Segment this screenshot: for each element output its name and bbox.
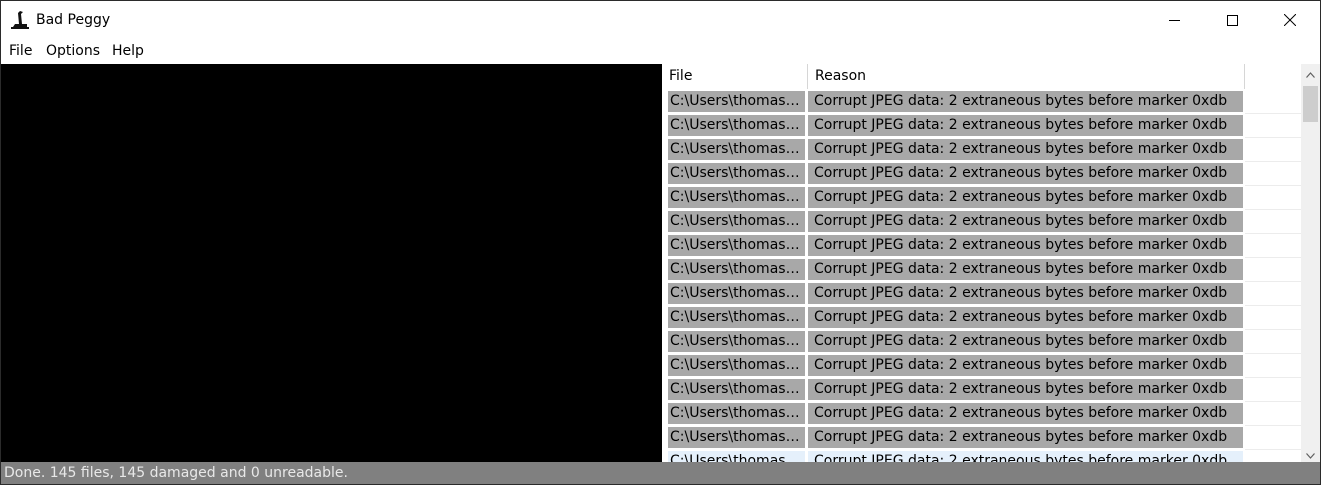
cell-file: C:\Users\thomasbr... (668, 427, 805, 448)
vertical-scrollbar[interactable] (1301, 64, 1320, 462)
cell-reason: Corrupt JPEG data: 2 extraneous bytes be… (808, 451, 1243, 462)
cell-reason: Corrupt JPEG data: 2 extraneous bytes be… (808, 307, 1243, 328)
cell-file: C:\Users\thomasbr... (668, 403, 805, 424)
cell-reason: Corrupt JPEG data: 2 extraneous bytes be… (808, 91, 1243, 112)
table-row[interactable]: C:\Users\thomasbr... Corrupt JPEG data: 2… (662, 186, 1301, 210)
minimize-icon (1168, 15, 1180, 26)
cell-file: C:\Users\thomasbr... (668, 379, 805, 400)
scroll-up-button[interactable] (1301, 64, 1320, 81)
table-header: File Reason (662, 64, 1301, 89)
table-row[interactable]: C:\Users\thomasbr... Corrupt JPEG data: 2… (662, 210, 1301, 234)
cell-file: C:\Users\thomasbr... (668, 91, 805, 112)
menu-bar: File Options Help (1, 40, 1320, 63)
cell-file: C:\Users\thomasbr... (668, 307, 805, 328)
table-row[interactable]: C:\Users\thomasbr... Corrupt JPEG data: 2… (662, 426, 1301, 450)
table-row[interactable]: C:\Users\thomasbr... Corrupt JPEG data: 2… (662, 450, 1301, 462)
cell-reason: Corrupt JPEG data: 2 extraneous bytes be… (808, 379, 1243, 400)
cell-reason: Corrupt JPEG data: 2 extraneous bytes be… (808, 163, 1243, 184)
close-button[interactable] (1261, 1, 1319, 39)
scroll-down-button[interactable] (1301, 445, 1320, 462)
cell-file: C:\Users\thomasbr... (668, 331, 805, 352)
app-logo-icon (10, 10, 30, 30)
cell-file: C:\Users\thomasbr... (668, 451, 805, 462)
cell-file: C:\Users\thomasbr... (668, 187, 805, 208)
title-bar[interactable]: Bad Peggy (1, 1, 1320, 39)
app-window: Bad Peggy File Options Help File Reason … (0, 0, 1321, 485)
results-table[interactable]: File Reason C:\Users\thomasbr... Corrupt … (662, 64, 1301, 462)
cell-file: C:\Users\thomasbr... (668, 115, 805, 136)
table-row[interactable]: C:\Users\thomasbr... Corrupt JPEG data: 2… (662, 234, 1301, 258)
cell-file: C:\Users\thomasbr... (668, 235, 805, 256)
cell-reason: Corrupt JPEG data: 2 extraneous bytes be… (808, 355, 1243, 376)
maximize-icon (1226, 14, 1238, 26)
cell-reason: Corrupt JPEG data: 2 extraneous bytes be… (808, 235, 1243, 256)
cell-reason: Corrupt JPEG data: 2 extraneous bytes be… (808, 115, 1243, 136)
cell-reason: Corrupt JPEG data: 2 extraneous bytes be… (808, 211, 1243, 232)
scrollbar-thumb[interactable] (1303, 86, 1318, 122)
column-header-reason[interactable]: Reason (808, 64, 1245, 89)
menu-file[interactable]: File (9, 43, 32, 60)
table-body: C:\Users\thomasbr... Corrupt JPEG data: 2… (662, 90, 1301, 462)
table-row[interactable]: C:\Users\thomasbr... Corrupt JPEG data: 2… (662, 90, 1301, 114)
table-row[interactable]: C:\Users\thomasbr... Corrupt JPEG data: 2… (662, 330, 1301, 354)
table-row[interactable]: C:\Users\thomasbr... Corrupt JPEG data: 2… (662, 306, 1301, 330)
cell-reason: Corrupt JPEG data: 2 extraneous bytes be… (808, 187, 1243, 208)
table-row[interactable]: C:\Users\thomasbr... Corrupt JPEG data: 2… (662, 162, 1301, 186)
table-row[interactable]: C:\Users\thomasbr... Corrupt JPEG data: 2… (662, 402, 1301, 426)
minimize-button[interactable] (1145, 1, 1203, 39)
cell-file: C:\Users\thomasbr... (668, 211, 805, 232)
table-row[interactable]: C:\Users\thomasbr... Corrupt JPEG data: 2… (662, 258, 1301, 282)
table-row[interactable]: C:\Users\thomasbr... Corrupt JPEG data: 2… (662, 114, 1301, 138)
cell-reason: Corrupt JPEG data: 2 extraneous bytes be… (808, 283, 1243, 304)
menu-options[interactable]: Options (46, 43, 100, 60)
cell-file: C:\Users\thomasbr... (668, 259, 805, 280)
cell-file: C:\Users\thomasbr... (668, 355, 805, 376)
column-header-file[interactable]: File (662, 64, 808, 89)
cell-reason: Corrupt JPEG data: 2 extraneous bytes be… (808, 427, 1243, 448)
cell-reason: Corrupt JPEG data: 2 extraneous bytes be… (808, 403, 1243, 424)
cell-reason: Corrupt JPEG data: 2 extraneous bytes be… (808, 139, 1243, 160)
cell-reason: Corrupt JPEG data: 2 extraneous bytes be… (808, 331, 1243, 352)
window-title: Bad Peggy (36, 12, 111, 28)
cell-file: C:\Users\thomasbr... (668, 139, 805, 160)
table-row[interactable]: C:\Users\thomasbr... Corrupt JPEG data: 2… (662, 282, 1301, 306)
chevron-down-icon (1306, 444, 1315, 463)
status-bar: Done. 145 files, 145 damaged and 0 unrea… (1, 462, 1320, 484)
table-row[interactable]: C:\Users\thomasbr... Corrupt JPEG data: 2… (662, 354, 1301, 378)
maximize-button[interactable] (1203, 1, 1261, 39)
image-preview (1, 64, 662, 462)
cell-file: C:\Users\thomasbr... (668, 163, 805, 184)
status-text: Done. 145 files, 145 damaged and 0 unrea… (4, 465, 348, 481)
table-row[interactable]: C:\Users\thomasbr... Corrupt JPEG data: 2… (662, 378, 1301, 402)
chevron-up-icon (1306, 63, 1315, 82)
menu-help[interactable]: Help (112, 43, 144, 60)
cell-file: C:\Users\thomasbr... (668, 283, 805, 304)
cell-reason: Corrupt JPEG data: 2 extraneous bytes be… (808, 259, 1243, 280)
table-row[interactable]: C:\Users\thomasbr... Corrupt JPEG data: 2… (662, 138, 1301, 162)
close-icon (1284, 14, 1296, 26)
